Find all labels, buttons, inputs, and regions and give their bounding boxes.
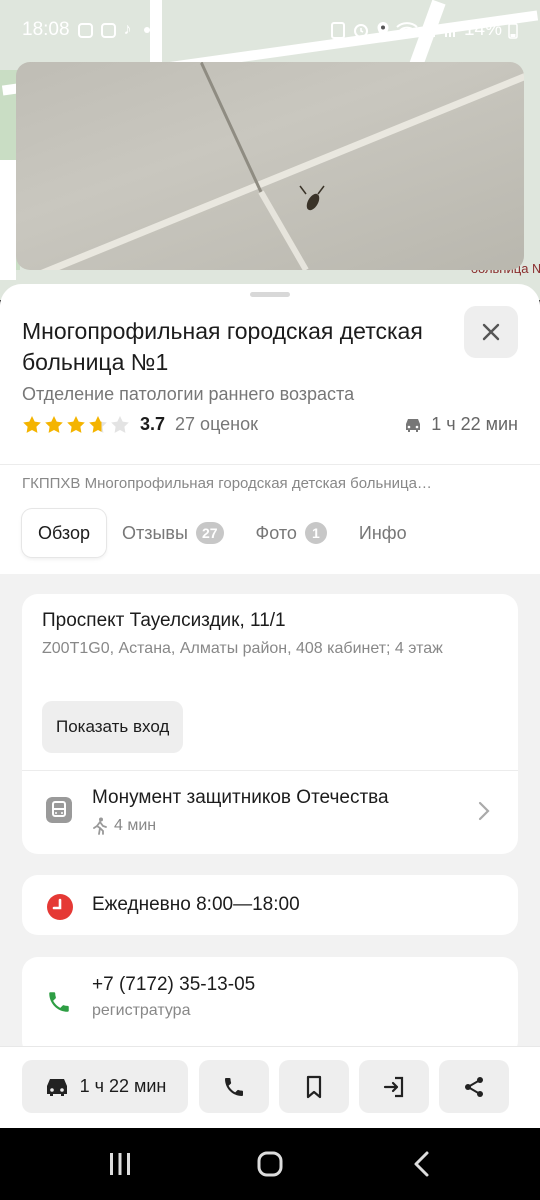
- entrance-button[interactable]: [359, 1060, 429, 1113]
- action-bar: 1 ч 22 мин: [0, 1046, 540, 1128]
- tab-label: Фото: [255, 522, 297, 543]
- place-title: Многопрофильная городская детская больни…: [22, 318, 423, 375]
- walk-time: 4 мин: [92, 817, 156, 835]
- rating-value: 3.7: [140, 414, 166, 434]
- enter-icon: [383, 1076, 404, 1097]
- notification-dot-icon: [143, 27, 150, 33]
- gallery-icon: [100, 22, 116, 38]
- place-photo[interactable]: [16, 62, 524, 270]
- rating-count[interactable]: 27 оценок: [175, 414, 258, 435]
- location-icon: [377, 22, 389, 38]
- route-button-label: 1 ч 22 мин: [79, 1076, 167, 1096]
- star-icon: [45, 415, 63, 433]
- route-button[interactable]: 1 ч 22 мин: [22, 1060, 188, 1113]
- tab-label: Отзывы: [122, 522, 188, 543]
- place-card-sheet: Многопрофильная городская детская больни…: [0, 284, 540, 1128]
- opening-hours: Ежедневно 8:00—18:00: [92, 894, 300, 915]
- address-details: Z00T1G0, Астана, Алматы район, 408 кабин…: [42, 640, 443, 657]
- show-entrance-button[interactable]: Показать вход: [42, 701, 184, 753]
- car-icon: [406, 418, 421, 432]
- phone-number: +7 (7172) 35-13-05: [92, 974, 256, 995]
- tab-photos[interactable]: Фото 1: [240, 509, 343, 557]
- signal-icon: [444, 26, 455, 37]
- tab-bar: Обзор Отзывы 27 Фото 1 Инфо: [22, 509, 423, 557]
- alarm-icon: [353, 24, 368, 38]
- tab-badge: 27: [195, 522, 224, 544]
- travel-time[interactable]: 1 ч 22 мин: [403, 414, 518, 435]
- chevron-right-icon: [478, 801, 490, 821]
- system-nav-bar: [0, 1128, 540, 1200]
- back-icon[interactable]: [408, 1150, 436, 1178]
- phone-label: регистратура: [92, 1002, 191, 1019]
- recent-apps-icon[interactable]: [106, 1150, 134, 1178]
- tab-label: Инфо: [358, 522, 407, 543]
- rating-stars[interactable]: [22, 415, 130, 435]
- phone-icon: [225, 1077, 243, 1096]
- organization-name[interactable]: ГКППХВ Многопрофильная городская детская…: [22, 475, 522, 492]
- star-icon: [111, 415, 129, 433]
- car-icon: [46, 1078, 67, 1096]
- hours-card[interactable]: Ежедневно 8:00—18:00: [22, 875, 518, 935]
- bus-stop-icon: [46, 797, 72, 823]
- share-icon: [465, 1076, 483, 1097]
- tab-label: Обзор: [38, 522, 90, 543]
- signal-icon: [424, 26, 435, 37]
- star-icon: [23, 415, 41, 433]
- star-icon: [67, 415, 85, 433]
- tab-overview[interactable]: Обзор: [22, 509, 106, 557]
- star-icon: [89, 415, 107, 433]
- phone-card[interactable]: +7 (7172) 35-13-05 регистратура: [22, 957, 518, 1057]
- call-button[interactable]: [199, 1060, 269, 1113]
- clock-icon: [47, 894, 73, 920]
- tiktok-icon: ♪: [123, 21, 132, 38]
- map-road: [0, 160, 16, 280]
- stop-name: Монумент защитников Отечества: [92, 787, 389, 808]
- phone-icon: [49, 992, 69, 1012]
- battery-icon: [508, 22, 518, 39]
- tab-reviews[interactable]: Отзывы 27: [106, 509, 240, 557]
- close-icon: [482, 323, 500, 341]
- close-button[interactable]: [464, 306, 518, 358]
- walk-time-label: 4 мин: [114, 817, 157, 834]
- tab-badge: 1: [304, 522, 327, 544]
- place-category: Отделение патологии раннего возраста: [22, 384, 355, 404]
- share-button[interactable]: [439, 1060, 509, 1113]
- home-icon[interactable]: [256, 1150, 284, 1178]
- bookmark-button[interactable]: [279, 1060, 349, 1113]
- place-header: Многопрофильная городская детская больни…: [0, 284, 540, 574]
- sheet-grabber[interactable]: [250, 292, 290, 297]
- instagram-icon: [77, 22, 93, 38]
- bookmark-icon: [306, 1075, 322, 1098]
- travel-time-label: 1 ч 22 мин: [431, 414, 518, 434]
- tab-info[interactable]: Инфо: [343, 509, 423, 557]
- address-card: Проспект Тауелсиздик, 11/1 Z00T1G0, Аста…: [22, 594, 518, 854]
- status-bar: 18:08 ♪ 14%: [0, 0, 540, 60]
- battery-saver-icon: [330, 22, 345, 39]
- walking-icon: [93, 817, 107, 835]
- wifi-icon: [396, 22, 418, 39]
- ceiling-photo-image: [16, 62, 524, 270]
- battery-percent: 14%: [463, 19, 502, 40]
- rating-row: 3.7 27 оценок 1 ч 22 мин: [22, 414, 518, 435]
- divider: [0, 464, 540, 465]
- address-main[interactable]: Проспект Тауелсиздик, 11/1: [42, 610, 286, 632]
- status-time: 18:08: [22, 19, 70, 40]
- transit-stop-row[interactable]: Монумент защитников Отечества 4 мин: [22, 771, 518, 854]
